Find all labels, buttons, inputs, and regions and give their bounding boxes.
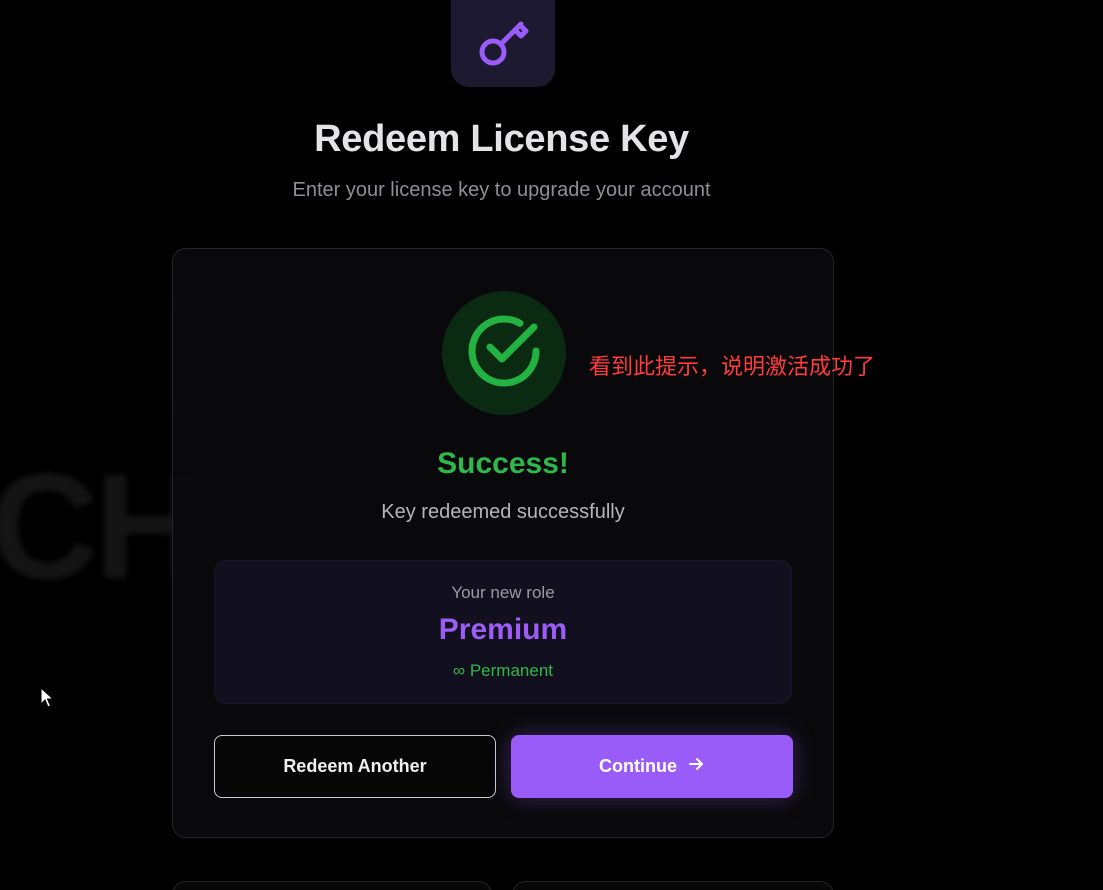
new-role-panel: Your new role Premium ∞ Permanent	[214, 560, 792, 704]
page-title: Redeem License Key	[314, 118, 689, 160]
check-circle-icon	[462, 309, 546, 398]
redeem-page: CH Redeem License Key Enter your license…	[0, 0, 1103, 890]
success-badge	[442, 291, 566, 415]
mouse-cursor-icon	[40, 686, 55, 714]
duration-label: Permanent	[469, 661, 554, 680]
arrow-right-icon	[687, 755, 705, 778]
success-title: Success!	[437, 447, 569, 480]
key-icon	[471, 9, 535, 78]
annotation-note: 看到此提示，说明激活成功了	[589, 355, 876, 380]
bottom-card-left	[172, 881, 492, 890]
infinity-symbol: ∞	[452, 661, 466, 680]
background-logo-watermark: CH	[0, 442, 203, 610]
key-icon-tile	[451, 0, 555, 87]
role-value: Premium	[438, 613, 568, 646]
role-label: Your new role	[451, 583, 555, 602]
redeem-another-button[interactable]: Redeem Another	[214, 735, 496, 798]
role-duration: ∞ Permanent	[215, 661, 791, 681]
redeem-result-card: Success! Key redeemed successfully Your …	[172, 248, 834, 838]
bottom-card-right	[512, 881, 834, 890]
continue-label: Continue	[599, 756, 677, 776]
continue-button[interactable]: Continue	[511, 735, 793, 798]
page-subtitle: Enter your license key to upgrade your a…	[292, 179, 711, 201]
success-message: Key redeemed successfully	[381, 501, 625, 523]
